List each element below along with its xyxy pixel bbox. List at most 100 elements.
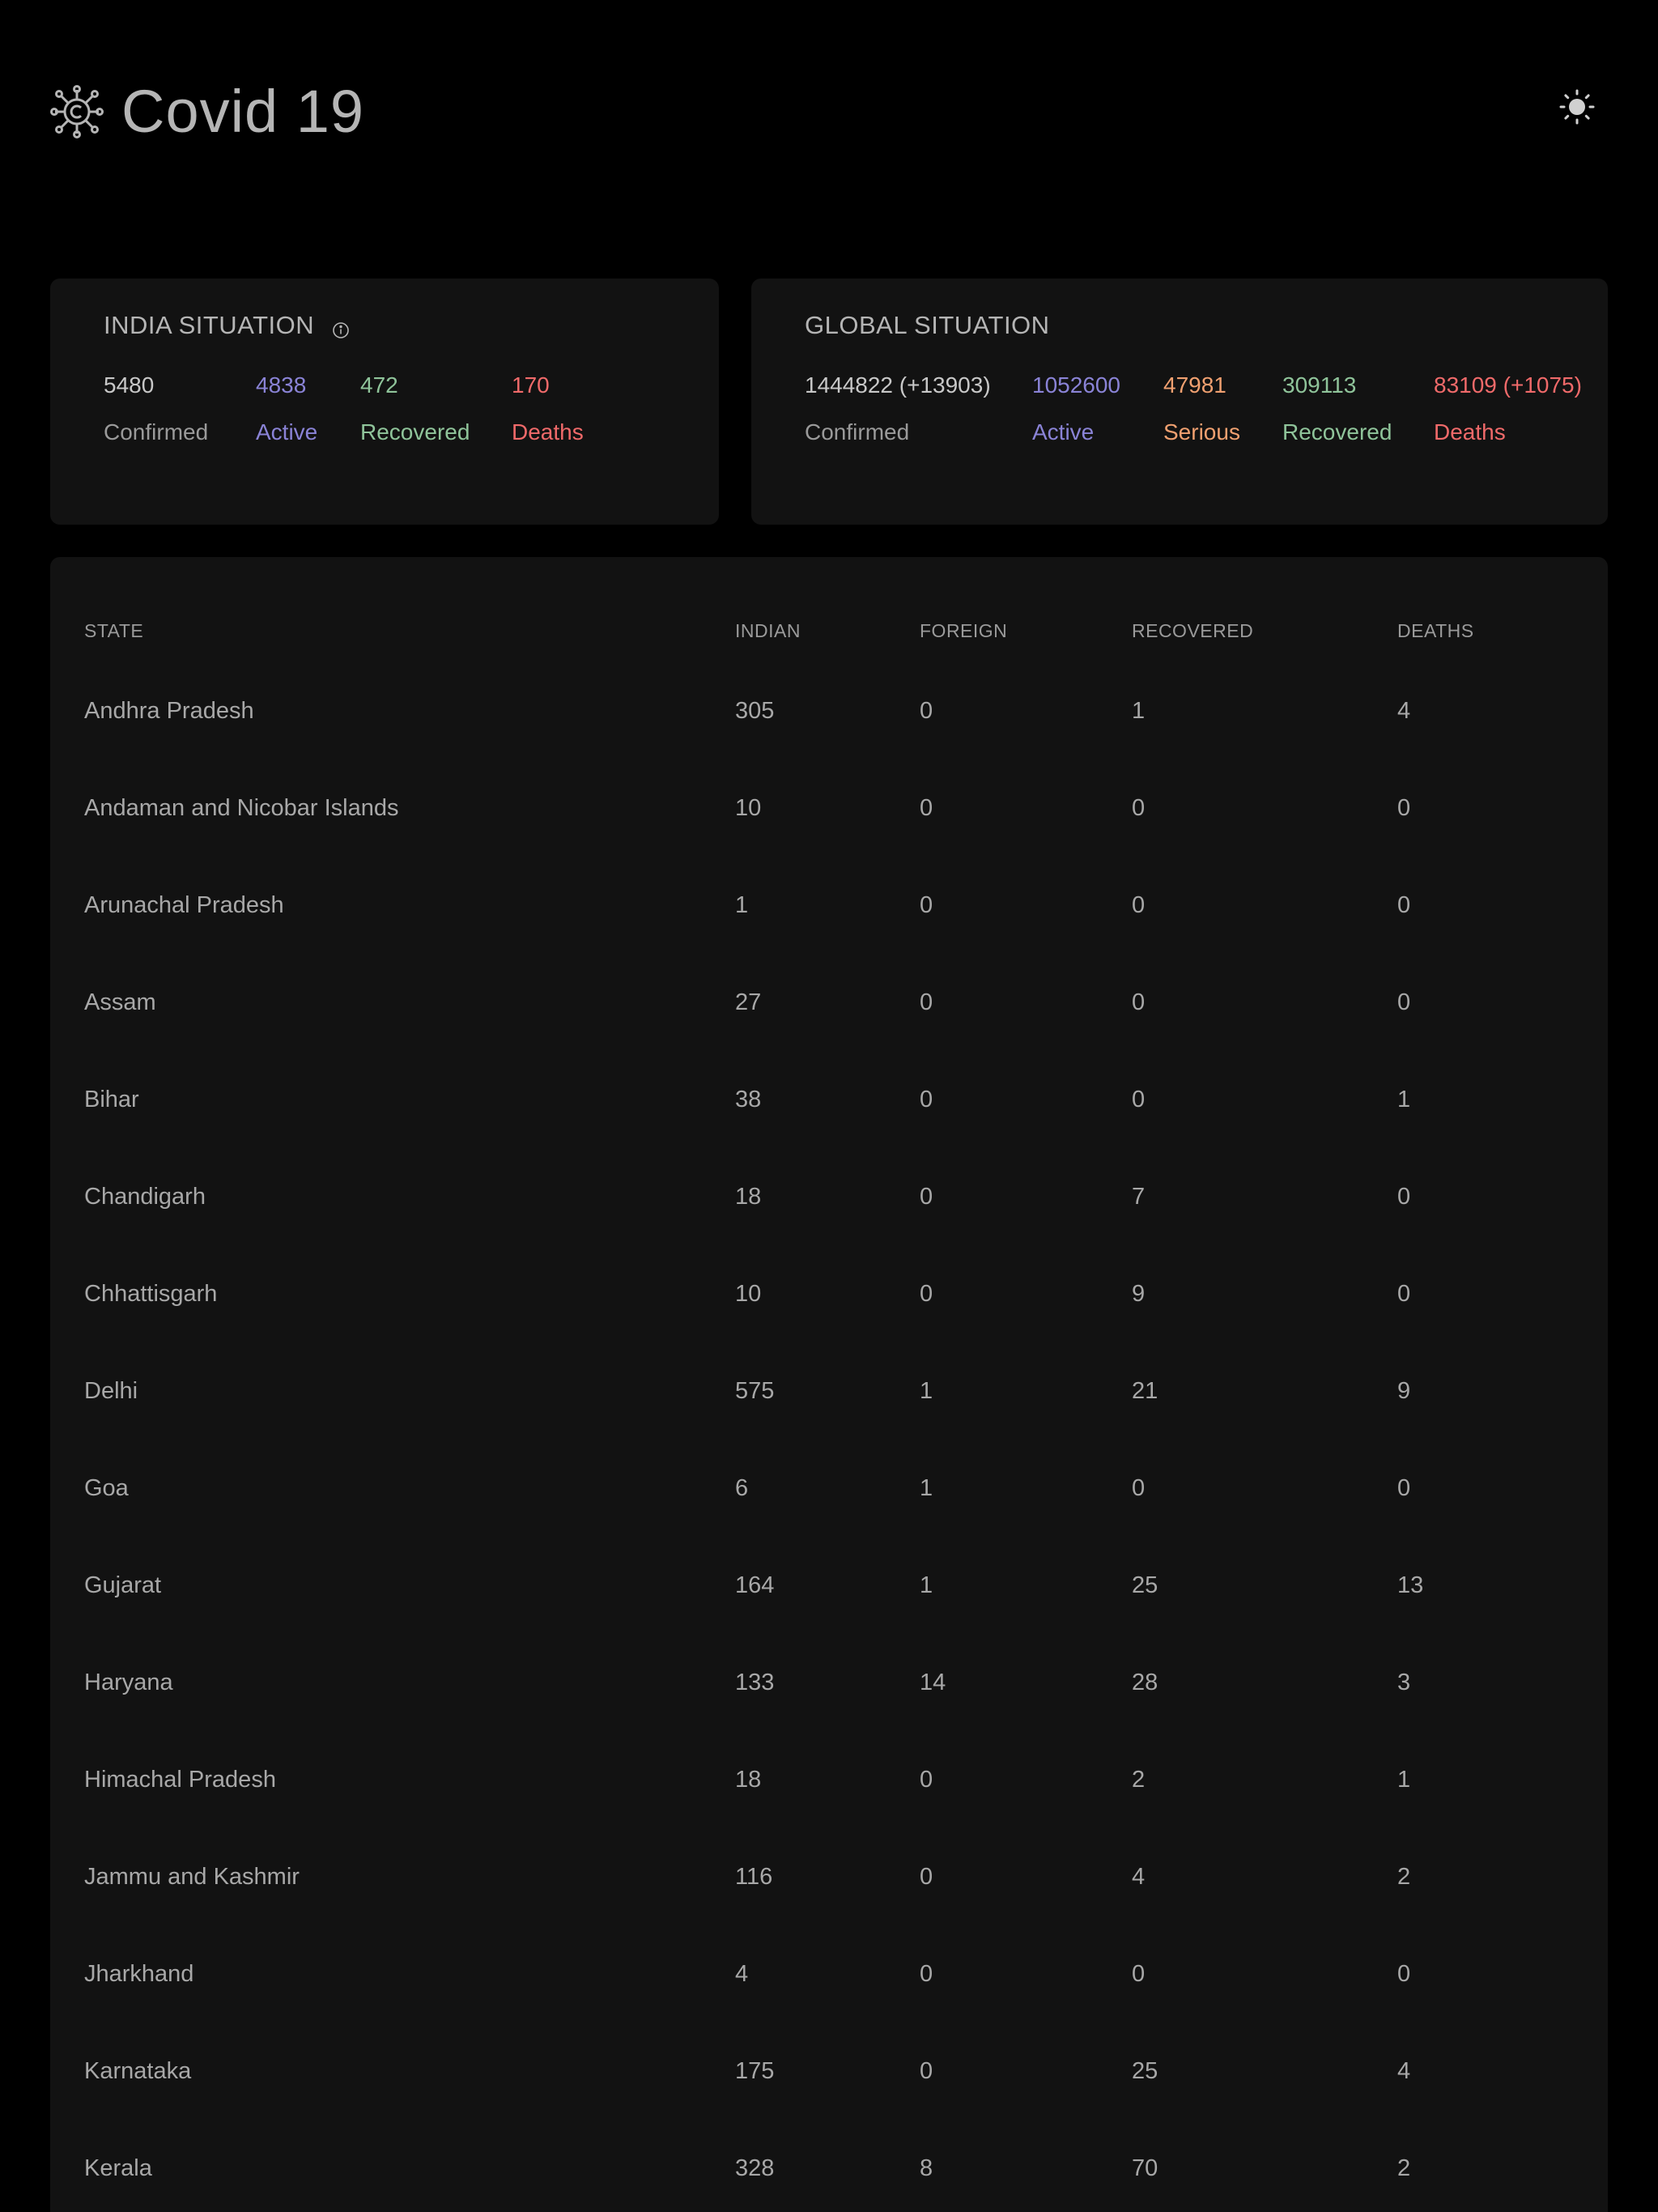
global-serious-label: Serious xyxy=(1163,419,1240,445)
table-row[interactable]: Jammu and Kashmir 116 0 4 2 xyxy=(50,1828,1608,1925)
global-situation-heading: GLOBAL SITUATION xyxy=(805,311,1050,339)
table-row[interactable]: Jharkhand 4 0 0 0 xyxy=(50,1925,1608,2023)
global-active-value: 1052600 xyxy=(1032,372,1121,398)
cell-deaths: 1 xyxy=(1397,1087,1411,1112)
app-title: Covid 19 xyxy=(121,78,365,145)
table-row[interactable]: Chandigarh 18 0 7 0 xyxy=(50,1148,1608,1245)
india-situation-heading: INDIA SITUATION xyxy=(104,311,315,339)
table-row[interactable]: Arunachal Pradesh 1 0 0 0 xyxy=(50,857,1608,954)
cell-indian: 575 xyxy=(735,1378,775,1404)
india-recovered-label: Recovered xyxy=(360,419,470,445)
cell-deaths: 3 xyxy=(1397,1670,1411,1695)
cell-recovered: 2 xyxy=(1132,1767,1146,1793)
cell-state: Andaman and Nicobar Islands xyxy=(84,795,399,821)
cell-foreign: 0 xyxy=(920,1087,933,1112)
cell-recovered: 0 xyxy=(1132,989,1146,1015)
cell-foreign: 0 xyxy=(920,1961,933,1987)
info-icon[interactable] xyxy=(332,317,350,338)
cell-recovered: 9 xyxy=(1132,1281,1146,1307)
global-confirmed-label: Confirmed xyxy=(805,419,910,445)
cell-state: Delhi xyxy=(84,1378,138,1404)
table-row[interactable]: Chhattisgarh 10 0 9 0 xyxy=(50,1245,1608,1342)
table-row[interactable]: Bihar 38 0 0 1 xyxy=(50,1051,1608,1148)
cell-indian: 38 xyxy=(735,1087,762,1112)
cell-foreign: 0 xyxy=(920,892,933,918)
india-recovered-value: 472 xyxy=(360,372,398,398)
table-row[interactable]: Assam 27 0 0 0 xyxy=(50,954,1608,1051)
table-row[interactable]: Karnataka 175 0 25 4 xyxy=(50,2023,1608,2120)
column-header-deaths[interactable]: DEATHS xyxy=(1397,620,1474,642)
table-row[interactable]: Himachal Pradesh 18 0 2 1 xyxy=(50,1731,1608,1828)
cell-indian: 27 xyxy=(735,989,762,1015)
theme-toggle-button[interactable] xyxy=(1554,86,1600,131)
cell-deaths: 13 xyxy=(1397,1572,1424,1598)
cell-state: Haryana xyxy=(84,1670,173,1695)
cell-foreign: 14 xyxy=(920,1670,946,1695)
cell-recovered: 1 xyxy=(1132,698,1146,724)
table-row[interactable]: Gujarat 164 1 25 13 xyxy=(50,1537,1608,1634)
cell-state: Jharkhand xyxy=(84,1961,194,1987)
column-header-foreign[interactable]: FOREIGN xyxy=(920,620,1007,642)
global-recovered-label: Recovered xyxy=(1282,419,1392,445)
column-header-state[interactable]: STATE xyxy=(84,620,143,642)
cell-foreign: 0 xyxy=(920,1184,933,1210)
cell-deaths: 0 xyxy=(1397,1281,1411,1307)
cell-foreign: 0 xyxy=(920,989,933,1015)
global-stat-recovered: 309113 Recovered xyxy=(1282,374,1392,444)
cell-foreign: 8 xyxy=(920,2155,933,2181)
global-stat-confirmed: 1444822 (+13903) Confirmed xyxy=(805,374,991,444)
cell-indian: 116 xyxy=(735,1864,773,1890)
india-active-value: 4838 xyxy=(256,372,307,398)
table-body: Andhra Pradesh 305 0 1 4 Andaman and Nicobar … xyxy=(50,662,1608,2212)
brand: Covid 19 xyxy=(50,71,364,152)
table-row[interactable]: Haryana 133 14 28 3 xyxy=(50,1634,1608,1731)
cell-foreign: 0 xyxy=(920,795,933,821)
cell-recovered: 28 xyxy=(1132,1670,1158,1695)
cell-deaths: 0 xyxy=(1397,1184,1411,1210)
cell-foreign: 0 xyxy=(920,1864,933,1890)
global-stat-deaths: 83109 (+1075) Deaths xyxy=(1434,374,1582,444)
india-stat-active: 4838 Active xyxy=(256,374,317,444)
india-stat-recovered: 472 Recovered xyxy=(360,374,470,444)
india-active-label: Active xyxy=(256,419,318,445)
india-deaths-label: Deaths xyxy=(512,419,584,445)
cell-recovered: 0 xyxy=(1132,1475,1146,1501)
cell-deaths: 2 xyxy=(1397,1864,1411,1890)
cell-indian: 133 xyxy=(735,1670,775,1695)
cell-recovered: 70 xyxy=(1132,2155,1158,2181)
cell-recovered: 0 xyxy=(1132,795,1146,821)
cell-foreign: 0 xyxy=(920,2058,933,2084)
india-stat-confirmed: 5480 Confirmed xyxy=(104,374,208,444)
column-header-indian[interactable]: INDIAN xyxy=(735,620,801,642)
cell-deaths: 4 xyxy=(1397,698,1411,724)
table-row[interactable]: Delhi 575 1 21 9 xyxy=(50,1342,1608,1440)
cell-state: Kerala xyxy=(84,2155,152,2181)
cell-deaths: 2 xyxy=(1397,2155,1411,2181)
table-row[interactable]: Goa 6 1 0 0 xyxy=(50,1440,1608,1537)
cell-indian: 175 xyxy=(735,2058,775,2084)
cell-recovered: 25 xyxy=(1132,2058,1158,2084)
cell-deaths: 4 xyxy=(1397,2058,1411,2084)
india-situation-title: INDIA SITUATION xyxy=(104,311,350,340)
cell-foreign: 0 xyxy=(920,1767,933,1793)
global-recovered-value: 309113 xyxy=(1282,372,1357,398)
table-row[interactable]: Kerala 328 8 70 2 xyxy=(50,2120,1608,2212)
cell-indian: 18 xyxy=(735,1184,762,1210)
cell-state: Karnataka xyxy=(84,2058,192,2084)
cell-foreign: 1 xyxy=(920,1378,933,1404)
cell-foreign: 1 xyxy=(920,1572,933,1598)
global-stat-serious: 47981 Serious xyxy=(1163,374,1240,444)
app-page: Covid 19 INDIA SITUATION 5480 Confirmed … xyxy=(0,0,1658,2212)
india-situation-card: INDIA SITUATION 5480 Confirmed 4838 Acti… xyxy=(50,279,719,525)
cell-foreign: 0 xyxy=(920,1281,933,1307)
table-row[interactable]: Andhra Pradesh 305 0 1 4 xyxy=(50,662,1608,759)
cell-indian: 328 xyxy=(735,2155,775,2181)
column-header-recovered[interactable]: RECOVERED xyxy=(1132,620,1253,642)
india-deaths-value: 170 xyxy=(512,372,550,398)
table-row[interactable]: Andaman and Nicobar Islands 10 0 0 0 xyxy=(50,759,1608,857)
india-stat-deaths: 170 Deaths xyxy=(512,374,584,444)
cell-deaths: 0 xyxy=(1397,1961,1411,1987)
cell-indian: 10 xyxy=(735,1281,762,1307)
cell-deaths: 0 xyxy=(1397,1475,1411,1501)
virus-icon xyxy=(50,85,104,138)
